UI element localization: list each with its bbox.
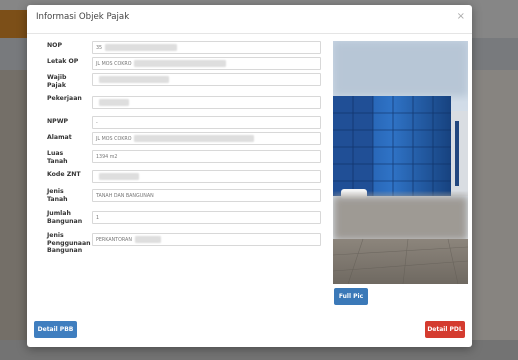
- close-icon[interactable]: ×: [457, 11, 465, 22]
- nop-label: NOP: [47, 42, 62, 49]
- detail-pbb-button[interactable]: Detail PBB: [34, 321, 77, 338]
- form-row-kode-znt: Kode ZNT: [47, 170, 331, 187]
- alamat-field: JL MOS COKRO: [92, 132, 321, 145]
- modal-header: Informasi Objek Pajak ×: [27, 5, 472, 34]
- form-row-jenis-penggunaan: Jenis Penggunaan Bangunan PERKANTORAN: [47, 231, 331, 265]
- building-photo: [333, 41, 468, 284]
- jenis-tanah-label: Jenis Tanah: [47, 188, 68, 203]
- form-row-alamat: Alamat JL MOS COKRO: [47, 132, 331, 149]
- jenis-tanah-field: TANAH DAN BANGUNAN: [92, 189, 321, 202]
- form-row-jenis-tanah: Jenis Tanah TANAH DAN BANGUNAN: [47, 187, 331, 209]
- luas-tanah-field: 1394 m2: [92, 150, 321, 163]
- form-row-wajib-pajak: Wajib Pajak: [47, 73, 331, 94]
- npwp-field: -: [92, 116, 321, 129]
- object-info-modal: Informasi Objek Pajak × NOP 35 Letak OP …: [27, 5, 472, 347]
- luas-tanah-label: Luas Tanah: [47, 150, 68, 165]
- jenis-penggunaan-label: Jenis Penggunaan Bangunan: [47, 232, 91, 255]
- form-row-npwp: NPWP -: [47, 114, 331, 132]
- letak-op-field: JL MOS COKRO: [92, 57, 321, 70]
- npwp-label: NPWP: [47, 118, 69, 125]
- pekerjaan-label: Pekerjaan: [47, 95, 82, 102]
- kode-znt-label: Kode ZNT: [47, 171, 81, 178]
- wajib-pajak-label: Wajib Pajak: [47, 74, 67, 89]
- form-row-luas-tanah: Luas Tanah 1394 m2: [47, 149, 331, 170]
- letak-op-label: Letak OP: [47, 58, 79, 65]
- nop-field: 35: [92, 41, 321, 54]
- wajib-pajak-field: [92, 73, 321, 86]
- form-row-nop: NOP 35: [47, 41, 331, 57]
- jenis-penggunaan-field: PERKANTORAN: [92, 233, 321, 246]
- full-pic-button[interactable]: Full Pic: [334, 288, 368, 305]
- detail-pdl-button[interactable]: Detail PDL: [425, 321, 465, 338]
- modal-title: Informasi Objek Pajak: [36, 12, 130, 22]
- form-row-letak-op: Letak OP JL MOS COKRO: [47, 57, 331, 73]
- form-row-jumlah-bangunan: Jumlah Bangunan 1: [47, 209, 331, 231]
- pekerjaan-field: [92, 96, 321, 109]
- kode-znt-field: [92, 170, 321, 183]
- jumlah-bangunan-field: 1: [92, 211, 321, 224]
- jumlah-bangunan-label: Jumlah Bangunan: [47, 210, 83, 225]
- alamat-label: Alamat: [47, 134, 72, 141]
- object-info-form: NOP 35 Letak OP JL MOS COKRO Wajib Pajak…: [47, 41, 331, 265]
- form-row-pekerjaan: Pekerjaan: [47, 94, 331, 114]
